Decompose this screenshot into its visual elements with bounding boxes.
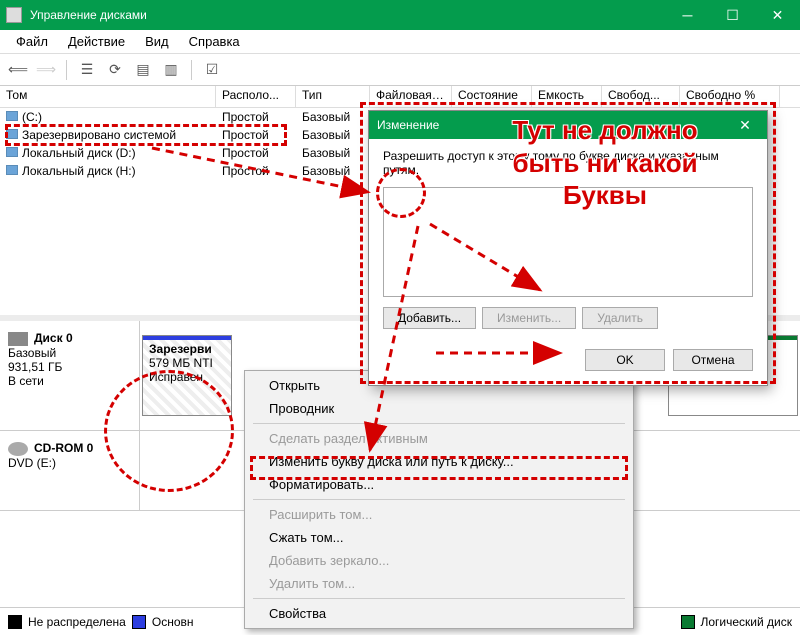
legend-swatch-unallocated <box>8 615 22 629</box>
volume-icon <box>6 111 18 121</box>
forward-icon[interactable]: ⟹ <box>34 59 58 81</box>
menu-file[interactable]: Файл <box>6 32 58 51</box>
menu-bar: Файл Действие Вид Справка <box>0 30 800 54</box>
col-fs[interactable]: Файловая ... <box>370 86 452 107</box>
drive-paths-listbox[interactable] <box>383 187 753 297</box>
ctx-explorer[interactable]: Проводник <box>247 397 631 420</box>
col-type[interactable]: Тип <box>296 86 370 107</box>
disk-info[interactable]: Диск 0 Базовый 931,51 ГБ В сети <box>0 321 140 430</box>
ctx-change-letter[interactable]: Изменить букву диска или путь к диску... <box>247 450 631 473</box>
ok-button[interactable]: OK <box>585 349 665 371</box>
ctx-make-active: Сделать раздел активным <box>247 427 631 450</box>
title-bar: Управление дисками ─ ☐ ✕ <box>0 0 800 30</box>
add-button[interactable]: Добавить... <box>383 307 476 329</box>
close-button[interactable]: ✕ <box>755 0 800 30</box>
ctx-format[interactable]: Форматировать... <box>247 473 631 496</box>
cancel-button[interactable]: Отмена <box>673 349 753 371</box>
ctx-shrink[interactable]: Сжать том... <box>247 526 631 549</box>
ctx-extend: Расширить том... <box>247 503 631 526</box>
view-list-icon[interactable]: ☰ <box>75 59 99 81</box>
ctx-delete: Удалить том... <box>247 572 631 595</box>
context-menu: Открыть Проводник Сделать раздел активны… <box>244 370 634 629</box>
col-layout[interactable]: Располо... <box>216 86 296 107</box>
ctx-mirror: Добавить зеркало... <box>247 549 631 572</box>
volume-icon <box>6 165 18 175</box>
volume-header: Том Располо... Тип Файловая ... Состояни… <box>0 86 800 108</box>
toolbar: ⟸ ⟹ ☰ ⟳ ▤ ▥ ☑ <box>0 54 800 86</box>
ctx-properties[interactable]: Свойства <box>247 602 631 625</box>
menu-help[interactable]: Справка <box>179 32 250 51</box>
cdrom-info[interactable]: CD-ROM 0 DVD (E:) <box>0 431 140 510</box>
disk-icon <box>8 332 28 346</box>
view-bottom-icon[interactable]: ▥ <box>159 59 183 81</box>
cdrom-icon <box>8 442 28 456</box>
window-title: Управление дисками <box>30 8 665 22</box>
volume-icon <box>6 147 18 157</box>
dialog-titlebar: Изменение ✕ <box>369 111 767 139</box>
col-free[interactable]: Свобод... <box>602 86 680 107</box>
change-letter-dialog: Изменение ✕ Разрешить доступ к этому том… <box>368 110 768 386</box>
legend-swatch-primary <box>132 615 146 629</box>
menu-view[interactable]: Вид <box>135 32 179 51</box>
col-capacity[interactable]: Емкость <box>532 86 602 107</box>
maximize-button[interactable]: ☐ <box>710 0 755 30</box>
volume-icon <box>6 129 18 139</box>
dialog-message: Разрешить доступ к этому тому по букве д… <box>383 149 753 177</box>
refresh-icon[interactable]: ⟳ <box>103 59 127 81</box>
dialog-title: Изменение <box>377 118 731 132</box>
menu-action[interactable]: Действие <box>58 32 135 51</box>
remove-button: Удалить <box>582 307 658 329</box>
col-volume[interactable]: Том <box>0 86 216 107</box>
edit-button: Изменить... <box>482 307 576 329</box>
dialog-close-icon[interactable]: ✕ <box>731 117 759 134</box>
partition-system-reserved[interactable]: Зарезерви 579 МБ NTI Исправен <box>142 335 232 416</box>
settings-icon[interactable]: ☑ <box>200 59 224 81</box>
legend-swatch-logical <box>681 615 695 629</box>
view-top-icon[interactable]: ▤ <box>131 59 155 81</box>
app-icon <box>6 7 22 23</box>
minimize-button[interactable]: ─ <box>665 0 710 30</box>
col-freepct[interactable]: Свободно % <box>680 86 780 107</box>
back-icon[interactable]: ⟸ <box>6 59 30 81</box>
col-status[interactable]: Состояние <box>452 86 532 107</box>
